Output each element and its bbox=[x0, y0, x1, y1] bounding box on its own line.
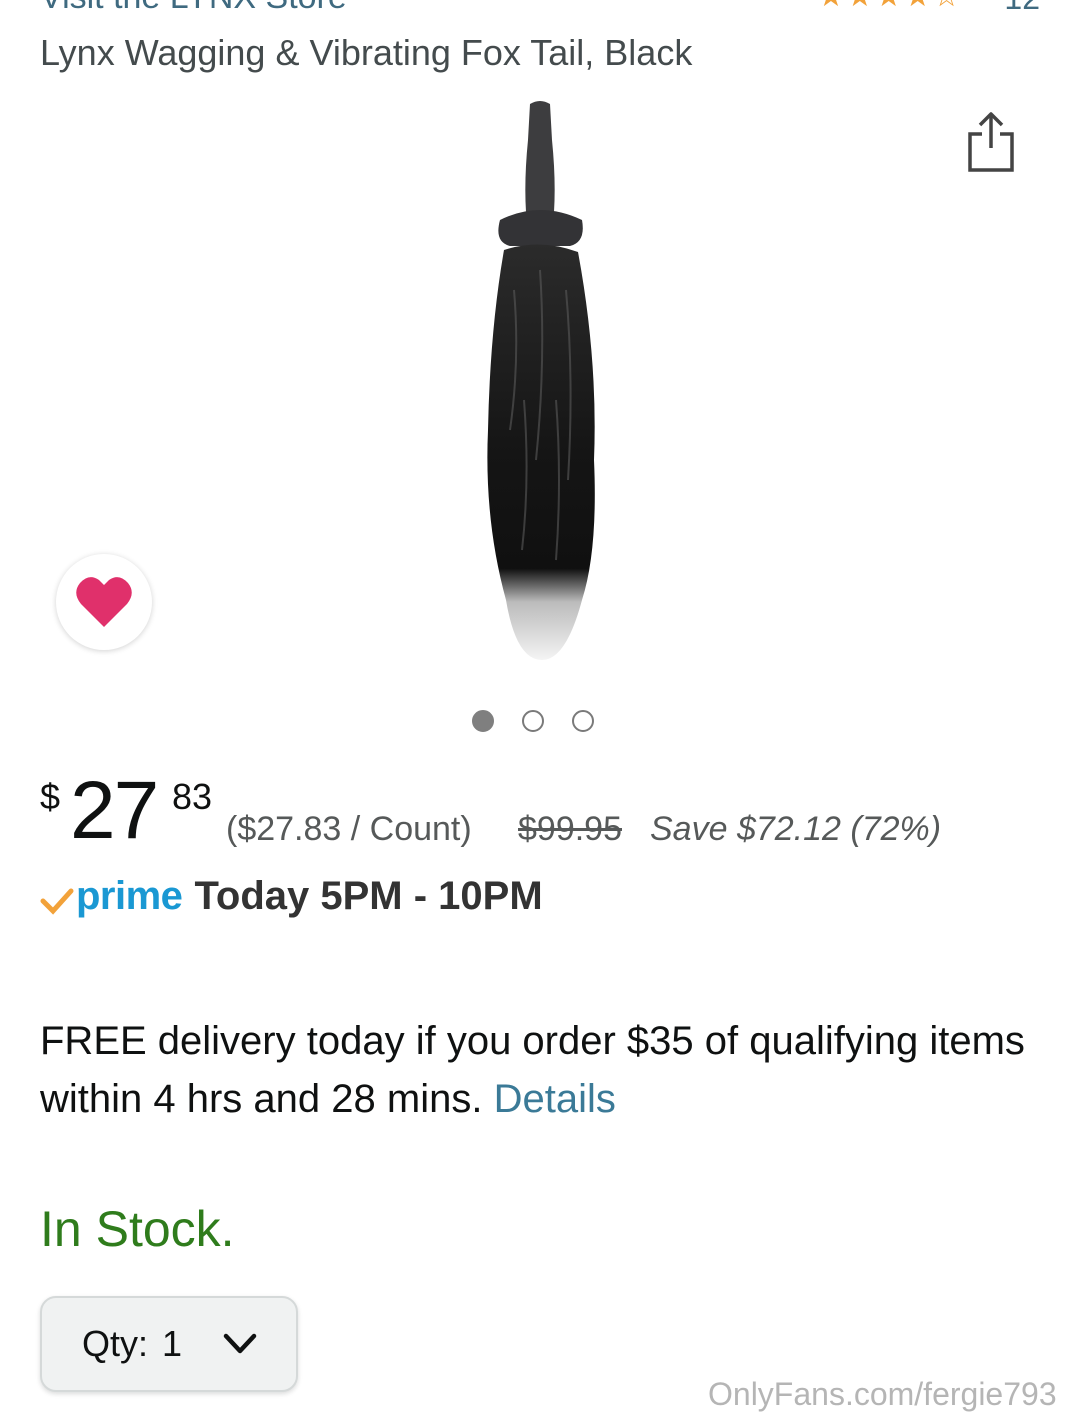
prime-delivery: prime Today 5PM - 10PM bbox=[40, 866, 543, 926]
list-price: $99.95 bbox=[518, 810, 622, 848]
star-half-icon: ☆ bbox=[933, 0, 960, 12]
product-title: Lynx Wagging & Vibrating Fox Tail, Black bbox=[40, 32, 693, 73]
price-currency: $ bbox=[40, 776, 61, 817]
star-icon: ★ bbox=[904, 0, 931, 12]
star-rating[interactable]: ★ ★ ★ ★ ☆ bbox=[817, 0, 960, 12]
image-carousel-dots bbox=[472, 710, 594, 732]
details-link[interactable]: Details bbox=[494, 1077, 616, 1121]
quantity-label: Qty: bbox=[82, 1323, 149, 1364]
checkmark-icon bbox=[40, 888, 74, 915]
share-button[interactable] bbox=[966, 110, 1016, 174]
star-icon: ★ bbox=[875, 0, 902, 12]
watermark-text: OnlyFans.com/fergie793 bbox=[708, 1376, 1057, 1412]
unit-price: ($27.83 / Count) bbox=[226, 810, 472, 848]
product-image[interactable] bbox=[470, 100, 610, 670]
free-delivery-message: FREE delivery today if you order $35 of … bbox=[40, 1012, 1040, 1128]
carousel-dot-3[interactable] bbox=[572, 710, 594, 732]
review-count-link[interactable]: 12 bbox=[1004, 0, 1040, 17]
price-fraction: 83 bbox=[172, 776, 213, 817]
carousel-dot-2[interactable] bbox=[522, 710, 544, 732]
heart-icon bbox=[76, 577, 132, 627]
favorite-button[interactable] bbox=[56, 554, 152, 650]
quantity-value: 1 bbox=[162, 1323, 183, 1364]
savings-text: Save $72.12 (72%) bbox=[650, 810, 942, 848]
share-icon bbox=[968, 112, 1014, 172]
visit-store-link[interactable]: Visit the LYNX Store bbox=[40, 0, 347, 17]
price-whole: 27 bbox=[70, 765, 159, 856]
quantity-dropdown[interactable]: Qty: 1 bbox=[40, 1296, 298, 1392]
chevron-down-icon bbox=[223, 1333, 257, 1354]
prime-logo: prime bbox=[76, 873, 183, 918]
stock-status: In Stock. bbox=[40, 1201, 235, 1257]
star-icon: ★ bbox=[817, 0, 844, 12]
carousel-dot-1[interactable] bbox=[472, 710, 494, 732]
star-icon: ★ bbox=[846, 0, 873, 12]
price-block: $ 27 83 ($27.83 / Count) $99.95 Save $72… bbox=[40, 770, 1000, 860]
delivery-window: Today 5PM - 10PM bbox=[194, 873, 543, 918]
